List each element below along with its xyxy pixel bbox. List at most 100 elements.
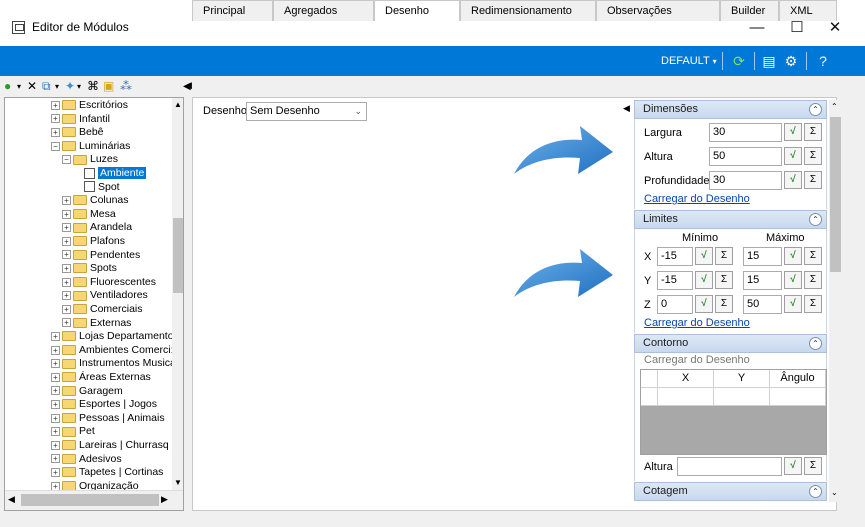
tree-item[interactable]: − Luminárias: [51, 140, 130, 153]
desenho-select[interactable]: Sem Desenho ⌄: [246, 102, 367, 121]
collapse-icon[interactable]: ⌃: [809, 337, 822, 350]
expand-icon[interactable]: +: [62, 223, 71, 233]
tab-desenho[interactable]: Desenho: [374, 0, 460, 21]
limit-min-input[interactable]: -15: [657, 271, 693, 290]
expand-icon[interactable]: +: [51, 467, 60, 477]
props-toggle-icon[interactable]: ◀: [623, 103, 630, 114]
grid-col-x[interactable]: X: [658, 370, 714, 388]
expand-icon[interactable]: +: [51, 454, 60, 464]
help-icon[interactable]: ?: [813, 51, 833, 71]
chevron-down-icon[interactable]: ▾: [55, 79, 59, 94]
expand-icon[interactable]: +: [62, 291, 71, 301]
grid-col-angulo[interactable]: Ângulo: [770, 370, 826, 388]
chevron-up-icon[interactable]: ⌃: [831, 102, 838, 111]
sum-button[interactable]: Σ: [804, 271, 822, 289]
expand-icon[interactable]: +: [62, 277, 71, 287]
expand-icon[interactable]: +: [62, 304, 71, 314]
formula-button[interactable]: √: [695, 271, 713, 289]
contorno-grid[interactable]: X Y Ângulo: [640, 369, 827, 455]
tab-redimensionamento[interactable]: Redimensionamento: [460, 0, 596, 21]
tree-item[interactable]: + Lojas Departamento: [51, 330, 174, 343]
star-icon[interactable]: ✦: [65, 79, 75, 94]
limites-header[interactable]: Limites ⌃: [634, 210, 827, 229]
tree-item[interactable]: + Lareiras | Churrasq: [51, 439, 169, 452]
tree-item[interactable]: + Mesa: [62, 208, 116, 221]
expand-icon[interactable]: +: [51, 127, 60, 137]
tree-item[interactable]: + Infantil: [51, 113, 110, 126]
tree-item[interactable]: Spot: [73, 181, 120, 194]
sum-button[interactable]: Σ: [715, 295, 733, 313]
formula-button[interactable]: √: [695, 247, 713, 265]
formula-button[interactable]: √: [784, 295, 802, 313]
formula-button[interactable]: √: [784, 123, 802, 141]
contorno-header[interactable]: Contorno ⌃: [634, 334, 827, 353]
collapse-icon[interactable]: ⌃: [809, 485, 822, 498]
limit-min-input[interactable]: -15: [657, 247, 693, 266]
sum-button[interactable]: Σ: [804, 123, 822, 141]
profundidade-input[interactable]: 30: [709, 171, 782, 190]
delete-icon[interactable]: ✕: [27, 79, 37, 94]
expand-icon[interactable]: +: [51, 331, 60, 341]
tree-item[interactable]: + Pet: [51, 425, 95, 438]
expand-icon[interactable]: +: [51, 413, 60, 423]
chevron-down-icon[interactable]: ⌄: [831, 488, 838, 497]
tree-item[interactable]: + Garagem: [51, 385, 123, 398]
collapse-icon[interactable]: ⌃: [809, 213, 822, 226]
collapse-icon[interactable]: ⌃: [809, 103, 822, 116]
grid-col-y[interactable]: Y: [714, 370, 770, 388]
sum-button[interactable]: Σ: [804, 247, 822, 265]
expand-icon[interactable]: +: [62, 318, 71, 328]
formula-button[interactable]: √: [784, 247, 802, 265]
expand-icon[interactable]: +: [62, 209, 71, 219]
sum-button[interactable]: Σ: [715, 271, 733, 289]
expand-icon[interactable]: +: [51, 440, 60, 450]
module-tree[interactable]: + Escritórios + Infantil + Bebê − Luminárias − Lu…: [4, 97, 184, 511]
tree-item[interactable]: + Comerciais: [62, 303, 143, 316]
sum-button[interactable]: Σ: [715, 247, 733, 265]
tree-item[interactable]: + Fluorescentes: [62, 276, 156, 289]
expand-icon[interactable]: +: [51, 114, 60, 124]
grid-cell[interactable]: [658, 388, 714, 406]
expand-icon[interactable]: +: [51, 399, 60, 409]
tree-item[interactable]: + Plafons: [62, 235, 125, 248]
sum-button[interactable]: Σ: [804, 457, 822, 475]
tree-item[interactable]: + Adesivos: [51, 453, 122, 466]
tree-item[interactable]: + Pessoas | Animais: [51, 412, 165, 425]
formula-button[interactable]: √: [695, 295, 713, 313]
expand-icon[interactable]: +: [51, 100, 60, 110]
expand-icon[interactable]: +: [62, 250, 71, 260]
chevron-up-icon[interactable]: ▲: [174, 100, 182, 109]
expand-icon[interactable]: +: [51, 345, 60, 355]
limit-max-input[interactable]: 15: [743, 247, 782, 266]
tree-item[interactable]: + Pendentes: [62, 249, 140, 262]
expand-icon[interactable]: +: [51, 386, 60, 396]
formula-button[interactable]: √: [784, 147, 802, 165]
contorno-altura-input[interactable]: [677, 457, 782, 476]
limites-load-link[interactable]: Carregar do Desenho: [644, 317, 750, 329]
largura-input[interactable]: 30: [709, 123, 782, 142]
tab-principal[interactable]: Principal: [192, 0, 273, 21]
settings-icon[interactable]: ⚙: [781, 51, 801, 71]
tree-item[interactable]: + Ambientes Comerci:: [51, 344, 174, 357]
cotagem-header[interactable]: Cotagem ⌃: [634, 482, 827, 501]
tab-agregados[interactable]: Agregados: [273, 0, 374, 21]
sum-button[interactable]: Σ: [804, 147, 822, 165]
chevron-down-icon[interactable]: ▼: [174, 478, 182, 487]
properties-scroll-thumb[interactable]: [830, 117, 841, 272]
grid-cell[interactable]: [714, 388, 770, 406]
tab-observacoes[interactable]: Observações: [596, 0, 720, 21]
tree-item[interactable]: + Escritórios: [51, 99, 128, 112]
chevron-left-icon[interactable]: ◀: [8, 494, 15, 505]
sum-button[interactable]: Σ: [804, 171, 822, 189]
tree-item[interactable]: + Arandela: [62, 221, 132, 234]
formula-button[interactable]: √: [784, 271, 802, 289]
tree-item[interactable]: + Áreas Externas: [51, 371, 151, 384]
tree-item[interactable]: Ambiente: [73, 167, 147, 180]
dimensoes-header[interactable]: Dimensões ⌃: [634, 100, 827, 119]
folder-refresh-icon[interactable]: ▣: [103, 79, 114, 94]
tree-item[interactable]: + Externas: [62, 317, 131, 330]
altura-input[interactable]: 50: [709, 147, 782, 166]
refresh-icon[interactable]: ⟳: [729, 51, 749, 71]
panel-toggle-icon[interactable]: ◀: [185, 80, 192, 91]
tab-xml[interactable]: XML: [779, 0, 837, 21]
